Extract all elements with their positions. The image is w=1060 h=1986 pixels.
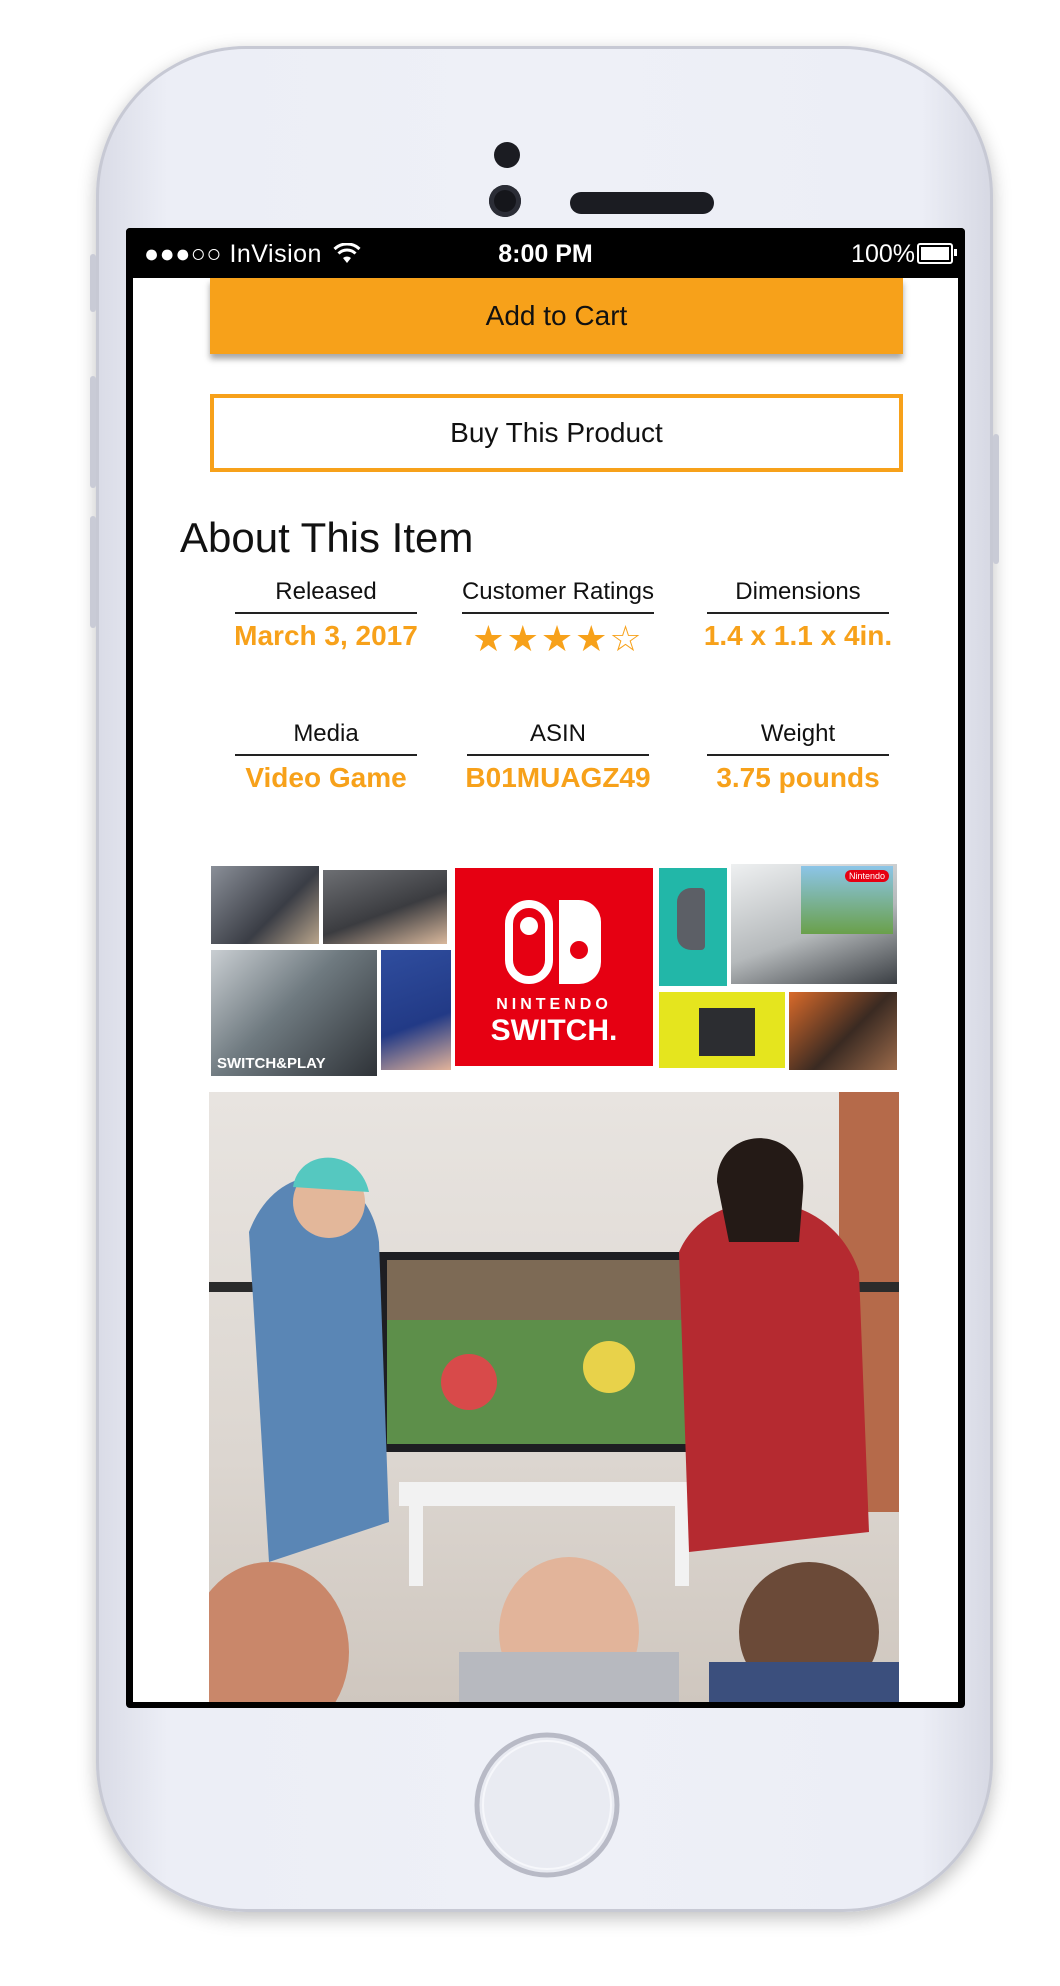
star-filled-icon: ★	[472, 618, 507, 659]
spec-value: 3.75 pounds	[716, 762, 880, 793]
add-to-cart-button[interactable]: Add to Cart	[210, 278, 903, 354]
spec-customer-ratings: Customer Ratings ★★★★☆	[438, 578, 678, 657]
earpiece-speaker	[570, 192, 714, 214]
spec-asin: ASIN B01MUAGZ49	[438, 720, 678, 794]
collage-photo-dock	[659, 992, 785, 1068]
logo-text-nintendo: NINTENDO	[496, 996, 612, 1013]
product-hero-photo[interactable]	[209, 1092, 899, 1702]
nintendo-switch-logo: NINTENDO SWITCH.	[455, 868, 653, 1066]
product-detail-content: Add to Cart Buy This Product About This …	[133, 278, 958, 1702]
star-filled-icon: ★	[575, 618, 610, 659]
spec-label: Weight	[707, 720, 889, 756]
collage-photo-handheld: SWITCH&PLAY	[211, 950, 377, 1076]
star-filled-icon: ★	[540, 618, 576, 659]
logo-text-switch: SWITCH.	[490, 1014, 618, 1047]
collage-photo-joycon	[659, 868, 727, 986]
collage-photo-pro-controller	[381, 950, 451, 1070]
spec-media: Media Video Game	[206, 720, 446, 794]
spec-label: ASIN	[467, 720, 649, 756]
dock-shape	[699, 1008, 755, 1056]
spec-value: 1.4 x 1.1 x 4in.	[703, 620, 893, 651]
spec-label: Dimensions	[707, 578, 889, 614]
about-section-title: About This Item	[180, 514, 474, 561]
collage-photo-tv-play: Nintendo	[731, 864, 897, 984]
spec-label: Customer Ratings	[461, 578, 655, 614]
star-empty-icon: ☆	[609, 618, 644, 659]
proximity-sensor	[494, 142, 520, 168]
volume-up-button	[90, 376, 96, 488]
spec-weight: Weight 3.75 pounds	[678, 720, 918, 794]
nintendo-badge: Nintendo	[844, 870, 889, 882]
spec-value: March 3, 2017	[234, 620, 418, 651]
collage-photo-friends	[211, 866, 319, 944]
switch-and-play-caption: SWITCH&PLAY	[217, 1055, 326, 1072]
hero-illustration	[209, 1092, 899, 1702]
status-time: 8:00 PM	[498, 240, 593, 268]
product-image-collage[interactable]: SWITCH&PLAY NINTENDO SWITCH. Nintendo	[209, 864, 899, 1080]
collage-photo-kickstand	[323, 870, 447, 944]
home-button[interactable]	[474, 1732, 620, 1878]
front-camera	[489, 185, 521, 217]
collage-photo-group	[789, 992, 897, 1070]
volume-down-button	[90, 516, 96, 628]
spec-label: Released	[235, 578, 417, 614]
star-filled-icon: ★	[506, 618, 541, 659]
buy-product-button[interactable]: Buy This Product	[210, 394, 903, 472]
spec-value: B01MUAGZ49	[465, 762, 651, 793]
spec-value: Video Game	[245, 762, 407, 793]
phone-screen: ●●●○○ InVision 8:00 PM 100% Add to Cart …	[126, 228, 965, 1708]
spec-label: Media	[235, 720, 417, 756]
battery-percent: 100%	[851, 240, 915, 268]
star-rating: ★★★★☆	[438, 621, 678, 657]
spec-released: Released March 3, 2017	[206, 578, 446, 652]
spec-dimensions: Dimensions 1.4 x 1.1 x 4in.	[678, 578, 918, 652]
mute-switch	[90, 254, 96, 312]
power-button	[993, 434, 999, 564]
status-bar: ●●●○○ InVision 8:00 PM 100%	[126, 228, 965, 278]
joycon-shape	[677, 888, 705, 950]
battery-icon	[917, 243, 957, 264]
